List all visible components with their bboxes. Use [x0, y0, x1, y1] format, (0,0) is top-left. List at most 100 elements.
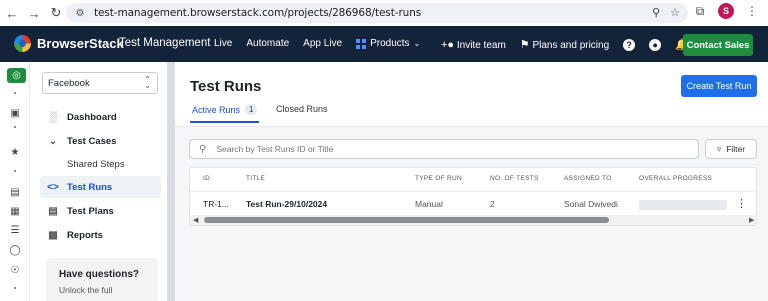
- apps-grid-icon[interactable]: ▦: [0, 206, 30, 217]
- test-runs-table: ID TITLE TYPE OF RUN NO. OF TESTS ASSIGN…: [189, 167, 757, 226]
- help-icon[interactable]: ?: [623, 38, 636, 51]
- translate-icon[interactable]: ☰: [0, 225, 30, 236]
- back-icon[interactable]: ←: [2, 3, 22, 23]
- plans-pricing-label: Plans and pricing: [532, 40, 610, 51]
- bug-icon[interactable]: ☉: [0, 265, 30, 276]
- column-header[interactable]: TYPE OF RUN: [415, 175, 462, 182]
- tag-icon: ⚑: [519, 39, 530, 51]
- left-icon-rail: ◎ ▣ ★ ▤ ▦ ☰ ◯ ☉: [0, 62, 30, 301]
- percy-icon[interactable]: ◯: [0, 245, 30, 256]
- sidebar-item-label: Dashboard: [67, 111, 117, 123]
- url-text[interactable]: test-management.browserstack.com/project…: [94, 7, 421, 19]
- run-test-count: 2: [490, 199, 495, 209]
- run-assignee: Sonal Dwivedi: [564, 199, 618, 209]
- runs-panel: ⚲ Search by Test Runs ID or Title ▿ Filt…: [175, 126, 768, 301]
- search-icon: ⚲: [199, 143, 207, 155]
- sidebar-item-reports[interactable]: ▩ Reports: [40, 224, 161, 246]
- run-title[interactable]: Test Run-29/10/2024: [246, 199, 327, 209]
- sidebar-item-dashboard[interactable]: ░ Dashboard: [40, 106, 161, 128]
- progress-bar: [639, 200, 727, 210]
- sidebar-item-test-cases[interactable]: ⌄ Test Cases: [40, 130, 161, 152]
- nav-live[interactable]: Live: [214, 38, 232, 49]
- sidebar-item-label: Test Plans: [67, 205, 114, 217]
- table-row[interactable]: TR-1... Test Run-29/10/2024 Manual 2 Son…: [190, 191, 756, 215]
- profile-avatar[interactable]: S: [718, 3, 734, 19]
- tab-closed-runs[interactable]: Closed Runs: [276, 104, 328, 114]
- grid-icon: [356, 38, 367, 49]
- help-card: Have questions? Unlock the full: [46, 258, 158, 301]
- column-header[interactable]: OVERALL PROGRESS: [639, 175, 712, 182]
- nav-app-live[interactable]: App Live: [303, 38, 342, 49]
- rail-dot: [14, 170, 16, 172]
- run-type: Manual: [415, 199, 443, 209]
- globe-icon[interactable]: ◎: [7, 68, 26, 83]
- devices-icon[interactable]: ▤: [0, 187, 30, 198]
- forward-icon[interactable]: →: [24, 3, 44, 23]
- rail-dot: [14, 92, 16, 94]
- brand-name[interactable]: BrowserStack: [37, 36, 124, 51]
- create-test-run-button[interactable]: Create Test Run: [681, 75, 757, 97]
- nav-products[interactable]: Products ⌄: [356, 38, 420, 49]
- count-badge: 1: [245, 104, 258, 115]
- help-card-title: Have questions?: [59, 269, 140, 280]
- more-options-icon[interactable]: ⋮: [736, 197, 747, 210]
- scroll-right-icon[interactable]: ▶: [749, 216, 754, 224]
- run-tabs: Active Runs 1 Closed Runs: [189, 102, 768, 126]
- tab-label: Closed Runs: [276, 104, 328, 114]
- tab-label: Active Runs: [192, 104, 241, 115]
- sidebar-item-test-runs[interactable]: <> Test Runs: [40, 176, 161, 198]
- address-bar[interactable]: ⚙ test-management.browserstack.com/proje…: [66, 3, 688, 23]
- main-content: Test Runs Create Test Run Active Runs 1 …: [175, 62, 768, 301]
- column-header[interactable]: TITLE: [246, 175, 265, 182]
- contact-sales-button[interactable]: Contact Sales: [683, 34, 753, 56]
- add-user-icon: +●: [441, 38, 455, 51]
- search-input[interactable]: ⚲ Search by Test Runs ID or Title: [189, 139, 699, 159]
- chevron-down-icon: ⌄: [48, 135, 58, 147]
- filter-button[interactable]: ▿ Filter: [705, 139, 757, 159]
- account-icon[interactable]: ●: [649, 38, 662, 51]
- invite-team-link[interactable]: +● Invite team: [441, 39, 506, 51]
- top-nav: Live Automate App Live Products ⌄: [214, 38, 420, 49]
- scroll-left-icon[interactable]: ◀: [193, 216, 198, 224]
- reload-icon[interactable]: ↻: [46, 3, 66, 23]
- bar-chart-icon: ░: [49, 111, 57, 123]
- table-scrollbar[interactable]: ◀ ▶: [190, 215, 756, 225]
- rail-dot: [14, 287, 16, 289]
- sidebar-scrollbar[interactable]: [167, 62, 175, 301]
- invite-team-label: Invite team: [456, 39, 506, 51]
- column-header[interactable]: NO. OF TESTS: [490, 175, 539, 182]
- browser-menu-icon[interactable]: ⋮: [744, 3, 760, 19]
- accessibility-icon[interactable]: ★: [0, 147, 30, 158]
- project-select[interactable]: Facebook ⌃ ⌄: [42, 72, 158, 94]
- project-select-value: Facebook: [48, 77, 90, 89]
- report-icon: ▩: [48, 229, 58, 241]
- nav-automate[interactable]: Automate: [246, 38, 289, 49]
- column-header[interactable]: ASSIGNED TO: [564, 175, 612, 182]
- run-id[interactable]: TR-1...: [203, 199, 229, 209]
- site-settings-icon[interactable]: ⚙: [74, 7, 86, 19]
- help-card-text: Unlock the full: [59, 285, 113, 295]
- sidebar-item-label: Reports: [67, 229, 103, 241]
- filter-label: Filter: [726, 144, 746, 154]
- search-placeholder: Search by Test Runs ID or Title: [216, 144, 334, 154]
- browser-toolbar: ← → ↻ ⚙ test-management.browserstack.com…: [0, 0, 768, 26]
- plans-pricing-link[interactable]: ⚑ Plans and pricing: [520, 38, 609, 51]
- window-icon[interactable]: ▣: [0, 108, 30, 119]
- sidebar-item-shared-steps[interactable]: Shared Steps: [40, 153, 161, 175]
- scrollbar-thumb[interactable]: [204, 217, 609, 223]
- page-title: Test Runs: [190, 78, 262, 95]
- bookmark-star-icon[interactable]: ☆: [670, 6, 680, 19]
- column-header[interactable]: ID: [203, 175, 210, 182]
- sidebar-item-test-plans[interactable]: ▤ Test Plans: [40, 200, 161, 222]
- zoom-icon[interactable]: ⚲: [652, 6, 660, 19]
- code-icon: <>: [47, 181, 59, 193]
- extensions-icon[interactable]: ⧉: [692, 3, 708, 19]
- tab-active-runs[interactable]: Active Runs 1: [189, 104, 260, 123]
- nav-products-label: Products: [370, 38, 410, 49]
- clipboard-icon: ▤: [48, 205, 58, 217]
- chevron-down-icon: ⌄: [413, 39, 421, 48]
- sidebar-item-label: Test Cases: [67, 135, 117, 147]
- product-name: Test Management: [119, 37, 211, 49]
- browserstack-logo[interactable]: [14, 35, 31, 52]
- rail-dot: [14, 126, 16, 128]
